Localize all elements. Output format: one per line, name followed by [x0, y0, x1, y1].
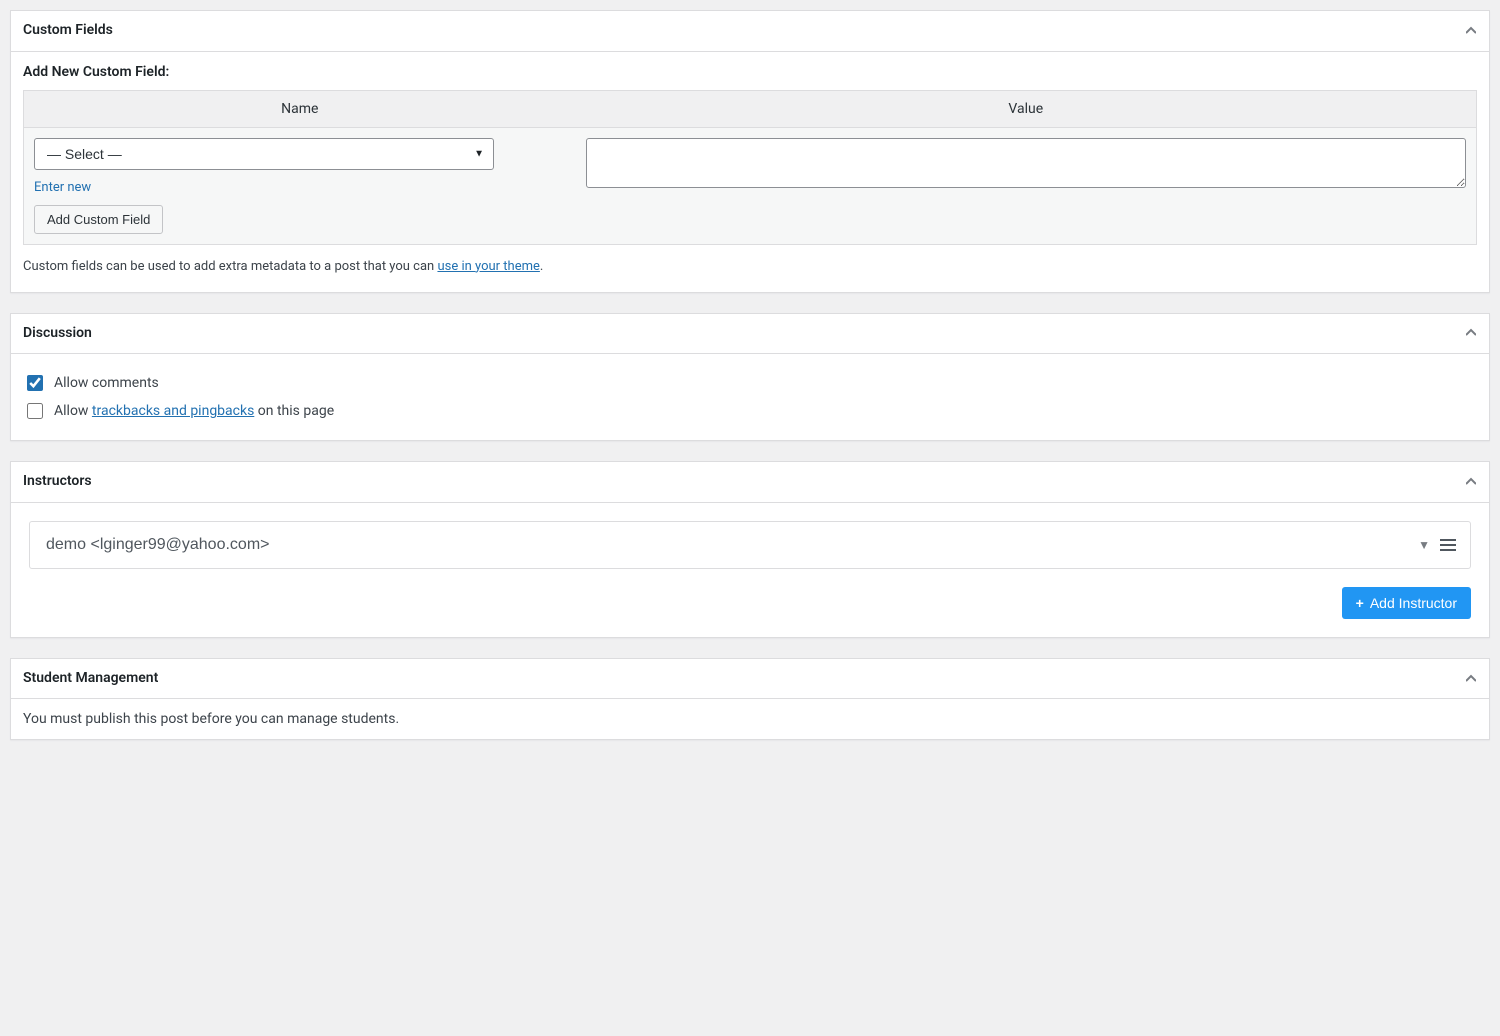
allow-trackbacks-checkbox[interactable] [27, 403, 43, 419]
discussion-title: Discussion [11, 314, 104, 354]
instructors-panel: Instructors ▼ + Add Instructor [10, 461, 1490, 638]
drag-handle-icon[interactable] [1440, 539, 1456, 551]
allow-trackbacks-label: Allow trackbacks and pingbacks on this p… [54, 403, 334, 419]
add-new-label: Add New Custom Field: [23, 64, 1477, 80]
name-select-wrap: — Select — ▼ [34, 138, 494, 170]
collapse-toggle[interactable] [1453, 464, 1489, 500]
chevron-down-icon[interactable]: ▼ [1418, 538, 1430, 552]
student-management-notice: You must publish this post before you ca… [11, 699, 1489, 739]
enter-new-link[interactable]: Enter new [34, 180, 91, 195]
student-management-panel: Student Management You must publish this… [10, 658, 1490, 741]
allow-comments-label: Allow comments [54, 375, 159, 391]
chevron-up-icon [1466, 477, 1476, 487]
instructor-input[interactable] [30, 522, 1418, 568]
allow-prefix: Allow [54, 403, 92, 419]
table-row: — Select — ▼ Enter new Add Custom Field [24, 127, 1477, 244]
allow-comments-row[interactable]: Allow comments [23, 372, 1477, 394]
instructor-row: ▼ [29, 521, 1471, 569]
add-instructor-label: Add Instructor [1370, 595, 1457, 611]
custom-fields-body: Add New Custom Field: Name Value — Selec… [11, 52, 1489, 292]
name-select[interactable]: — Select — [34, 138, 494, 170]
collapse-toggle[interactable] [1453, 315, 1489, 351]
discussion-panel: Discussion Allow comments Allow trackbac… [10, 313, 1490, 442]
plus-icon: + [1356, 595, 1364, 611]
discussion-body: Allow comments Allow trackbacks and ping… [11, 354, 1489, 440]
description-prefix: Custom fields can be used to add extra m… [23, 259, 437, 274]
chevron-up-icon [1466, 26, 1476, 36]
allow-comments-checkbox[interactable] [27, 375, 43, 391]
custom-fields-header: Custom Fields [11, 11, 1489, 52]
instructors-body: ▼ + Add Instructor [11, 503, 1489, 637]
collapse-toggle[interactable] [1453, 661, 1489, 697]
description-suffix: . [540, 259, 543, 274]
collapse-toggle[interactable] [1453, 13, 1489, 49]
column-name: Name [24, 90, 576, 127]
custom-fields-title: Custom Fields [11, 11, 125, 51]
use-in-theme-link[interactable]: use in your theme [437, 259, 539, 274]
allow-suffix: on this page [254, 403, 334, 419]
instructor-actions: ▼ [1418, 538, 1470, 552]
chevron-up-icon [1466, 674, 1476, 684]
student-management-title: Student Management [11, 659, 170, 699]
value-textarea[interactable] [586, 138, 1466, 188]
add-custom-field-button[interactable]: Add Custom Field [34, 205, 163, 234]
custom-fields-panel: Custom Fields Add New Custom Field: Name… [10, 10, 1490, 293]
column-value: Value [576, 90, 1477, 127]
add-instructor-button[interactable]: + Add Instructor [1342, 587, 1471, 619]
custom-fields-table: Name Value — Select — ▼ Enter new [23, 90, 1477, 245]
allow-trackbacks-row[interactable]: Allow trackbacks and pingbacks on this p… [23, 400, 1477, 422]
student-management-header: Student Management [11, 659, 1489, 700]
chevron-up-icon [1466, 328, 1476, 338]
trackbacks-link[interactable]: trackbacks and pingbacks [92, 403, 254, 419]
custom-fields-description: Custom fields can be used to add extra m… [23, 259, 1477, 274]
instructors-title: Instructors [11, 462, 104, 502]
discussion-header: Discussion [11, 314, 1489, 355]
instructors-header: Instructors [11, 462, 1489, 503]
